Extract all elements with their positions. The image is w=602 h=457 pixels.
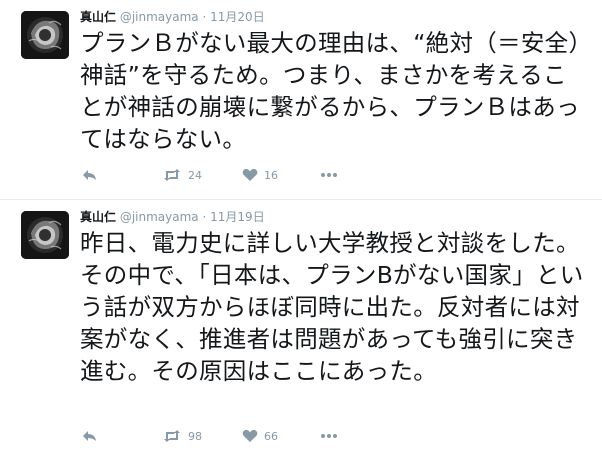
tweet[interactable]: 真山仁 @jinmayama · 11月19日 昨日、電力史に詳しい大学教授と対…: [0, 199, 602, 457]
reply-icon: [83, 170, 96, 180]
tweet-header: 真山仁 @jinmayama · 11月20日: [80, 9, 265, 25]
reply-button[interactable]: [82, 166, 98, 184]
more-icon: [321, 434, 337, 438]
avatar[interactable]: [21, 211, 69, 259]
user-name[interactable]: 真山仁: [80, 10, 116, 24]
retweet-icon: [164, 430, 180, 442]
retweet-icon: [164, 169, 180, 181]
heart-icon: [242, 168, 258, 181]
user-name[interactable]: 真山仁: [80, 210, 116, 224]
avatar[interactable]: [21, 11, 69, 59]
retweet-count: 24: [188, 168, 202, 182]
header-separator: ·: [202, 210, 207, 224]
like-button[interactable]: 16: [242, 166, 278, 184]
user-handle[interactable]: @jinmayama: [120, 10, 199, 24]
tweet-date[interactable]: 11月20日: [210, 10, 265, 24]
header-separator: ·: [202, 10, 207, 24]
heart-icon: [242, 429, 258, 442]
retweet-button[interactable]: 98: [162, 427, 202, 445]
more-icon: [321, 173, 337, 177]
tweet-actions: 98 66: [80, 427, 440, 445]
like-count: 16: [264, 168, 278, 182]
like-count: 66: [264, 429, 278, 443]
reply-button[interactable]: [82, 427, 98, 445]
retweet-count: 98: [188, 429, 202, 443]
tweet-text: 昨日、電力史に詳しい大学教授と対談をした。その中で、「日本は、プランBがない国家…: [80, 229, 584, 385]
tweet-text: プランＢがない最大の理由は、“絶対（＝安全）神話”を守るため。つまり、まさかを考…: [80, 29, 581, 153]
more-button[interactable]: [320, 427, 338, 445]
retweet-button[interactable]: 24: [162, 166, 202, 184]
user-handle[interactable]: @jinmayama: [120, 210, 199, 224]
more-button[interactable]: [320, 166, 338, 184]
like-button[interactable]: 66: [242, 427, 278, 445]
reply-icon: [83, 431, 96, 441]
tweet-header: 真山仁 @jinmayama · 11月19日: [80, 209, 265, 225]
tweet[interactable]: 真山仁 @jinmayama · 11月20日 プランＢがない最大の理由は、“絶…: [0, 0, 602, 199]
tweet-date[interactable]: 11月19日: [210, 210, 265, 224]
tweet-actions: 24 16: [80, 166, 440, 184]
